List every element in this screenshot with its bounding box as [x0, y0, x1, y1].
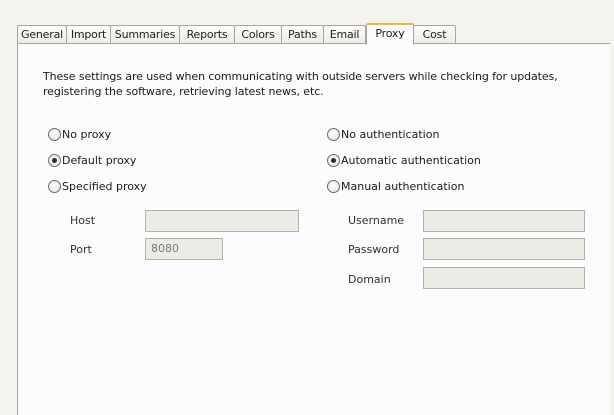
tab-import[interactable]: Import: [66, 25, 111, 44]
radio-button-icon[interactable]: [48, 128, 61, 141]
settings-description: These settings are used when communicati…: [43, 70, 558, 98]
radio-button-icon[interactable]: [327, 128, 340, 141]
domain-input[interactable]: [423, 267, 585, 289]
radio-label: Specified proxy: [62, 180, 147, 193]
radio-manual-authentication[interactable]: Manual authentication: [327, 179, 527, 195]
tab-summaries[interactable]: Summaries: [110, 25, 180, 44]
username-input[interactable]: [423, 210, 585, 232]
radio-no-proxy[interactable]: No proxy: [48, 127, 188, 143]
tab-reports[interactable]: Reports: [179, 25, 235, 44]
radio-no-authentication[interactable]: No authentication: [327, 127, 527, 143]
radio-button-checked-icon[interactable]: [327, 154, 340, 167]
radio-label: Default proxy: [62, 154, 137, 167]
tab-strip: General Import Summaries Reports Colors …: [17, 23, 610, 45]
tab-colors[interactable]: Colors: [234, 25, 282, 44]
radio-button-checked-icon[interactable]: [48, 154, 61, 167]
port-input[interactable]: 8080: [145, 238, 223, 260]
radio-button-icon[interactable]: [48, 180, 61, 193]
port-label: Port: [70, 243, 92, 256]
host-input[interactable]: [145, 210, 299, 232]
radio-label: Manual authentication: [341, 180, 465, 193]
tab-proxy[interactable]: Proxy: [366, 23, 414, 45]
radio-label: No proxy: [62, 128, 112, 141]
radio-specified-proxy[interactable]: Specified proxy: [48, 179, 188, 195]
radio-label: Automatic authentication: [341, 154, 481, 167]
password-label: Password: [348, 243, 400, 256]
tab-paths[interactable]: Paths: [281, 25, 324, 44]
tab-cost[interactable]: Cost: [413, 25, 456, 44]
domain-label: Domain: [348, 273, 391, 286]
tab-email[interactable]: Email: [323, 25, 366, 44]
radio-button-icon[interactable]: [327, 180, 340, 193]
radio-label: No authentication: [341, 128, 440, 141]
proxy-settings-panel: These settings are used when communicati…: [17, 43, 610, 415]
password-input[interactable]: [423, 238, 585, 260]
tab-general[interactable]: General: [17, 25, 67, 44]
radio-automatic-authentication[interactable]: Automatic authentication: [327, 153, 527, 169]
host-label: Host: [70, 214, 96, 227]
radio-default-proxy[interactable]: Default proxy: [48, 153, 188, 169]
username-label: Username: [348, 214, 405, 227]
